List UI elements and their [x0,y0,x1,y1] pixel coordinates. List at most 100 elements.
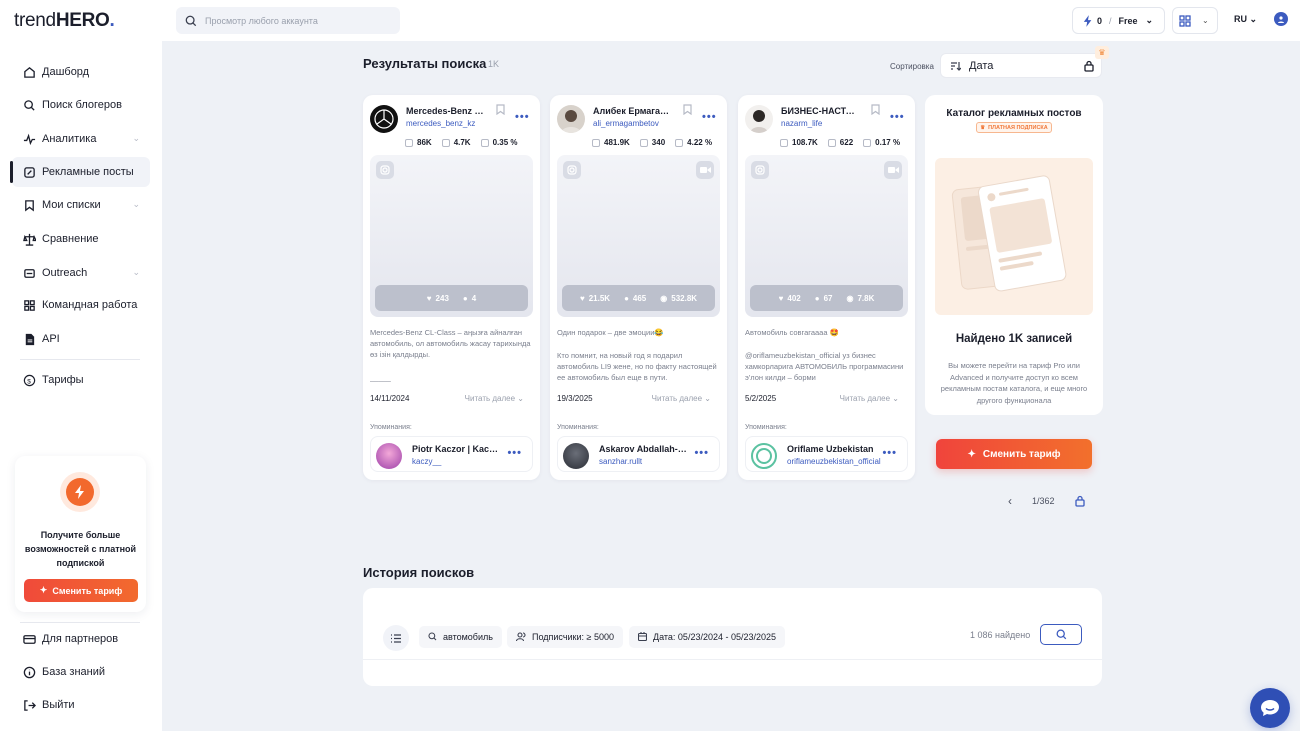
more-options-icon[interactable]: ••• [515,111,530,123]
more-options-icon[interactable]: ••• [890,111,905,123]
mention-name[interactable]: Oriflame Uzbekistan [787,444,877,454]
promo-text: Получите больше возможностей с платной п… [24,530,137,568]
ad-post-card[interactable]: Mercedes-Benz Kazakhstan mercedes_benz_k… [363,95,540,480]
language-selector[interactable]: RU ⌄ [1234,14,1257,25]
sidebar-item-blogger-search[interactable]: Поиск блогеров [12,90,150,120]
ad-post-card[interactable]: БИЗНЕС-НАСТАВНИК nazarm_life ••• 108.7K … [738,95,915,480]
post-preview[interactable]: ♥ 21.5K ● 465 ◉ 532.8K [557,155,720,317]
engagement-bar: ♥ 402 ● 67 ◉ 7.8K [750,285,903,311]
more-options-icon[interactable]: ••• [702,111,717,123]
repeat-search-button[interactable] [1040,624,1082,645]
logo[interactable]: trendHERO. [14,10,115,32]
comment-icon: ● [462,293,468,303]
mention-handle[interactable]: sanzhar.rullt [599,457,694,466]
read-more-link[interactable]: Читать далее ⌄ [465,394,524,403]
account-handle[interactable]: nazarm_life [781,119,822,128]
video-icon [696,161,714,179]
mention-handle[interactable]: kaczy__ [412,457,507,466]
followers-stat: 108.7K [780,138,818,147]
likes-count: 21.5K [588,293,611,303]
sidebar-item-teamwork[interactable]: Командная работа [12,290,150,320]
date-filter-chip: Дата: 05/23/2024 - 05/23/2025 [629,626,786,648]
search-icon [428,631,437,643]
sidebar-item-label: Командная работа [42,299,138,311]
more-options-icon[interactable]: ••• [882,447,897,459]
comments-count: 4 [471,293,477,303]
sidebar-item-analytics[interactable]: Аналитика ⌄ [12,124,150,154]
sidebar-item-label: Для партнеров [42,633,119,645]
mention-name[interactable]: Piotr Kaczor | Kaczy __ [412,444,502,454]
bookmark-icon[interactable] [683,104,692,115]
followers-stat: 481.9K [592,138,630,147]
post-description: Один подарок – две эмоции😂 Кто помнит, на… [557,328,717,382]
likes-count: 243 [435,293,449,303]
sort-dropdown[interactable]: Дата [940,53,1102,78]
chevron-down-icon: ⌄ [1145,15,1154,25]
avatar [563,443,589,469]
sidebar-item-knowledge-base[interactable]: База знаний [12,657,150,687]
sidebar-item-compare[interactable]: Сравнение [12,224,150,254]
ad-post-card[interactable]: Алибек Ермагамбетов ali_ermagambetov •••… [550,95,727,480]
followers-icon [592,138,600,147]
er-stat: 0.17 % [863,138,900,147]
sidebar-item-outreach[interactable]: Outreach ⌄ [12,258,150,288]
sidebar-item-label: API [42,333,60,345]
account-search-input[interactable]: Просмотр любого аккаунта [176,7,400,34]
logout-icon [22,698,36,712]
crown-icon: ♛ [1095,46,1109,59]
sort-icon [951,61,961,71]
sidebar-item-logout[interactable]: Выйти [12,690,150,720]
avatar [376,443,402,469]
search-history-row[interactable]: автомобиль Подписчики: ≥ 5000 Дата: 05/2… [363,618,1102,660]
read-more-link[interactable]: Читать далее ⌄ [840,394,899,403]
apps-switcher[interactable]: ⌄ [1172,7,1218,34]
post-preview[interactable]: ♥ 243 ● 4 [370,155,533,317]
catalog-description: Вы можете перейти на тариф Pro или Advan… [940,361,1088,405]
account-name[interactable]: БИЗНЕС-НАСТАВНИК [781,106,861,116]
mention-name[interactable]: Askarov Abdallah-Sanzhar [599,444,689,454]
promo-button-label: Сменить тариф [52,585,123,596]
credits-plan-dropdown[interactable]: 0 / Free ⌄ [1072,7,1165,34]
lock-icon[interactable] [1074,495,1085,507]
scales-icon [22,232,36,246]
post-preview[interactable]: ♥ 402 ● 67 ◉ 7.8K [745,155,908,317]
account-handle[interactable]: ali_ermagambetov [593,119,659,128]
prev-page-icon[interactable]: ‹ [1008,494,1012,508]
chevron-down-icon: ⌄ [132,133,140,143]
sidebar-item-tariffs[interactable]: $ Тарифы [12,365,150,395]
sidebar-item-my-lists[interactable]: Мои списки ⌄ [12,190,150,220]
search-history-title: История поисков [363,565,475,580]
posts-icon [639,138,648,147]
more-options-icon[interactable]: ••• [507,447,522,459]
more-options-icon[interactable]: ••• [694,447,709,459]
account-name[interactable]: Алибек Ермагамбетов [593,106,673,116]
user-avatar-icon[interactable] [1274,12,1288,26]
account-handle[interactable]: mercedes_benz_kz [406,119,475,128]
sidebar-item-dashboard[interactable]: Дашборд [12,57,150,87]
avatar [745,105,773,133]
change-plan-button[interactable]: ✦ Сменить тариф [936,439,1092,469]
bookmark-icon[interactable] [496,104,505,115]
sidebar-item-partners[interactable]: Для партнеров [12,624,150,654]
read-more-link[interactable]: Читать далее ⌄ [652,394,711,403]
sidebar-item-api[interactable]: API [12,324,150,354]
promo-change-plan-button[interactable]: ✦ Сменить тариф [24,579,138,602]
list-icon[interactable] [383,625,409,651]
catalog-found-count: Найдено 1K записей [955,333,1073,345]
history-found-count: 1 086 найдено [970,630,1031,640]
sidebar-item-label: Сравнение [42,233,99,245]
sidebar-item-ad-posts[interactable]: Рекламные посты [10,157,150,187]
followers-icon [780,138,788,147]
plan-name: Free [1118,15,1138,26]
catalog-card: Каталог рекламных постов ♛ ПЛАТНАЯ ПОДПИС… [925,95,1103,415]
mention-item[interactable]: Piotr Kaczor | Kaczy __ kaczy__ ••• [370,436,533,472]
crown-icon: ♛ [980,124,986,131]
mention-item[interactable]: Oriflame Uzbekistan oriflameuzbekistan_o… [745,436,908,472]
mention-handle[interactable]: oriflameuzbekistan_official [787,457,882,466]
account-name[interactable]: Mercedes-Benz Kazakhstan [406,106,486,116]
support-chat-button[interactable] [1250,688,1290,728]
posts-icon [441,138,450,147]
sidebar-item-label: Аналитика [42,133,97,145]
mention-item[interactable]: Askarov Abdallah-Sanzhar sanzhar.rullt •… [557,436,720,472]
bookmark-icon[interactable] [871,104,880,115]
